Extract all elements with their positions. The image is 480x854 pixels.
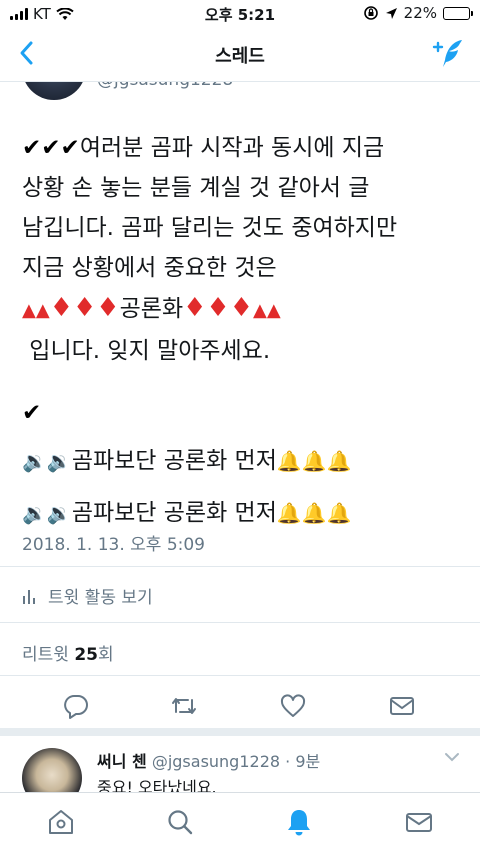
divider	[0, 675, 480, 676]
divider	[0, 622, 480, 623]
retweet-count-link[interactable]: 리트윗 25회	[22, 640, 114, 665]
battery-icon	[443, 6, 473, 20]
status-right: 22%	[363, 4, 473, 22]
home-icon[interactable]	[46, 807, 76, 837]
tweet-actions	[0, 692, 480, 724]
message-icon[interactable]	[388, 692, 416, 720]
retweet-suffix: 회	[98, 645, 114, 665]
nav-bar: 스레드	[0, 26, 480, 82]
chevron-down-icon[interactable]	[444, 752, 460, 762]
checkmark-emoji: ✔✔✔	[22, 135, 80, 161]
bell-emoji: 🔔🔔🔔	[276, 501, 352, 525]
red-diamond-emoji: ♦♦♦	[49, 293, 120, 323]
tweet-line: 남깁니다. 곰파 달리는 것도 중여하지만	[22, 215, 398, 241]
messages-icon[interactable]	[404, 807, 434, 837]
page-title: 스레드	[215, 46, 265, 67]
bell-emoji: 🔔🔔🔔	[276, 449, 352, 473]
retweet-count: 25	[74, 645, 98, 665]
tweet-activity-label: 트윗 활동 보기	[48, 588, 153, 608]
tweet-line-text: 공론화	[119, 296, 184, 322]
tweet-line: 상황 손 놓는 분들 계실 것 같아서 글	[22, 175, 370, 201]
status-bar: KT 오후 5:21 22%	[0, 0, 480, 26]
reply-author-name: 써니 첸	[97, 752, 147, 771]
speaker-emoji: 🔉🔉	[22, 449, 72, 473]
tweet-line: 🔉🔉곰파보단 공론화 먼저🔔🔔🔔	[22, 441, 462, 481]
retweet-prefix: 리트윗	[22, 645, 75, 665]
tweet-activity-link[interactable]: 트윗 활동 보기	[22, 583, 153, 608]
reply-handle-time: @jgsasung1228 · 9분	[146, 752, 321, 771]
checkmark-emoji: ✔	[22, 400, 42, 426]
tweet-line: ▲▲♦♦♦공론화♦♦♦▲▲	[22, 288, 462, 331]
speaker-emoji: 🔉🔉	[22, 501, 72, 525]
rotation-lock-icon	[363, 6, 378, 20]
red-diamond-emoji: ♦♦♦	[183, 293, 254, 323]
tweet-line: ✔✔✔여러분 곰파 시작과 동시에 지금	[22, 128, 462, 168]
divider	[0, 566, 480, 567]
reply-header[interactable]: 써니 첸 @jgsasung1228 · 9분	[97, 748, 320, 772]
reply-icon[interactable]	[62, 692, 90, 720]
tweet-text: ✔✔✔여러분 곰파 시작과 동시에 지금 상황 손 놓는 분들 계실 것 같아서…	[22, 128, 462, 533]
tweet-timestamp: 2018. 1. 13. 오후 5:09	[22, 535, 205, 555]
tweet-line-text: 여러분 곰파 시작과 동시에 지금	[79, 135, 385, 161]
section-divider	[0, 728, 480, 736]
tweet-line-text: 곰파보단 공론화 먼저	[71, 500, 277, 526]
tweet-line: 🔉🔉곰파보단 공론화 먼저🔔🔔🔔	[22, 493, 462, 533]
retweet-icon[interactable]	[170, 692, 198, 720]
tab-bar	[0, 792, 480, 854]
search-icon[interactable]	[165, 807, 195, 837]
red-triangle-emoji: ▲▲	[253, 300, 281, 321]
tweet-line-text: 곰파보단 공론화 먼저	[71, 448, 277, 474]
tweet-line: 입니다. 잊지 말아주세요.	[22, 338, 271, 364]
tweet-line: 지금 상황에서 중요한 것은	[22, 255, 277, 281]
tweet-line: ✔	[22, 393, 462, 433]
red-triangle-emoji: ▲▲	[22, 300, 50, 321]
location-arrow-icon	[385, 7, 397, 19]
like-icon[interactable]	[279, 692, 307, 720]
battery-percent: 22%	[403, 4, 437, 22]
analytics-bars-icon	[23, 589, 35, 604]
notifications-icon[interactable]	[284, 807, 314, 837]
compose-feather-icon[interactable]	[432, 38, 466, 70]
